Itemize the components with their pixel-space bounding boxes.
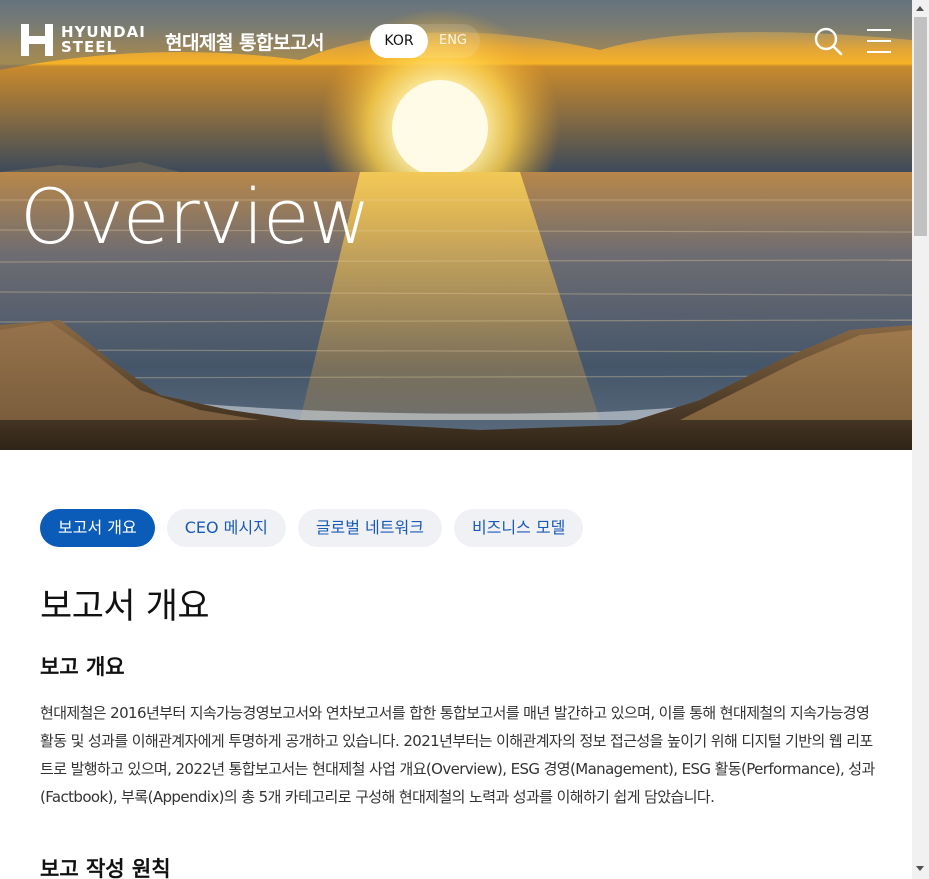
section-title-report-overview: 보고 개요 [40, 655, 125, 679]
report-overview-paragraph: 현대제철은 2016년부터 지속가능경영보고서와 연차보고서를 합한 통합보고서… [40, 704, 875, 806]
tab-business-model[interactable]: 비즈니스 모델 [453, 509, 584, 547]
hero-banner: HYUNDAI STEEL 현대제철 통합보고서 KOR ENG Overvie… [0, 0, 912, 450]
hamburger-menu-icon[interactable] [866, 28, 892, 54]
hero-title: Overview [20, 172, 371, 261]
language-switcher: KOR ENG [370, 24, 480, 58]
vertical-scrollbar[interactable] [912, 0, 929, 879]
scrollbar-thumb[interactable] [914, 17, 927, 236]
section-tabs: 보고서 개요 CEO 메시지 글로벌 네트워크 비즈니스 모델 [40, 509, 584, 547]
tab-report-overview[interactable]: 보고서 개요 [40, 509, 155, 547]
scroll-up-arrow-icon[interactable] [916, 6, 924, 11]
logo-line2: STEEL [61, 38, 118, 56]
page-viewport: HYUNDAI STEEL 현대제철 통합보고서 KOR ENG Overvie… [0, 0, 912, 879]
logo-h-mark-icon [21, 24, 53, 56]
tab-global-network[interactable]: 글로벌 네트워크 [297, 509, 442, 547]
hyundai-steel-logo[interactable]: HYUNDAI STEEL [19, 22, 146, 58]
scroll-down-arrow-icon[interactable] [916, 866, 924, 871]
site-title[interactable]: 현대제철 통합보고서 [165, 28, 324, 55]
lang-eng-button[interactable]: ENG [428, 24, 478, 58]
tab-ceo-message[interactable]: CEO 메시지 [166, 509, 286, 547]
search-icon[interactable] [813, 26, 843, 56]
page-title: 보고서 개요 [40, 587, 210, 627]
lang-kor-button[interactable]: KOR [370, 24, 428, 58]
section-title-reporting-principles: 보고 작성 원칙 [40, 857, 171, 879]
logo-wordmark: HYUNDAI STEEL [61, 25, 146, 55]
